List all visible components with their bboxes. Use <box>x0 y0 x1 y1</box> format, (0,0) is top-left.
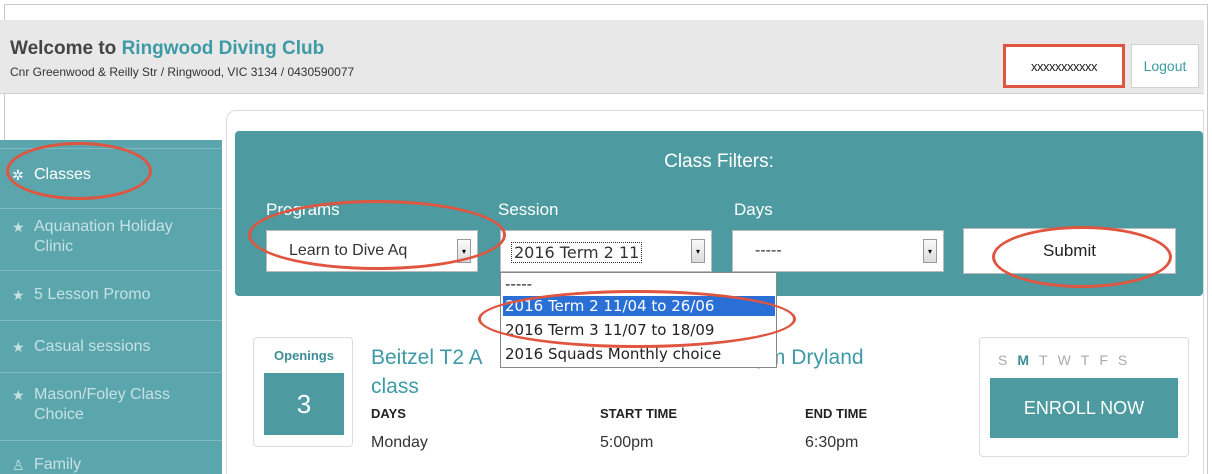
family-icon: ♙ <box>12 457 25 473</box>
sidebar-item-label: Mason/Foley Class Choice <box>34 386 171 423</box>
session-option[interactable]: 2016 Squads Monthly choice <box>505 344 721 364</box>
weekday-active: M <box>1017 352 1040 368</box>
openings-label: Openings <box>274 348 334 363</box>
days-select[interactable]: ----- ▾ <box>732 230 944 272</box>
club-name-link[interactable]: Ringwood Diving Club <box>122 38 325 59</box>
star-icon: ★ <box>12 387 25 403</box>
weekday: W <box>1057 352 1081 368</box>
submit-button[interactable]: Submit <box>963 228 1176 274</box>
chevron-down-icon[interactable]: ▾ <box>923 239 937 263</box>
class-end-time: 6:30pm <box>805 434 859 451</box>
weekday-indicator: SMTWTFS <box>998 352 1137 368</box>
welcome-prefix: Welcome to <box>10 38 117 59</box>
filters-title: Class Filters: <box>664 151 774 172</box>
sidebar-item-family[interactable]: ♙ Family <box>0 440 222 474</box>
sidebar-item-casual-sessions[interactable]: ★ Casual sessions <box>0 320 222 372</box>
chevron-down-icon[interactable]: ▾ <box>691 239 705 263</box>
class-title-line2: class <box>371 375 419 398</box>
class-day: Monday <box>371 434 428 451</box>
sidebar-item-label: 5 Lesson Promo <box>34 286 151 303</box>
people-icon: ✲ <box>12 167 24 183</box>
days-label: Days <box>734 200 773 219</box>
programs-label: Programs <box>266 200 340 219</box>
end-time-column-header: END TIME <box>805 406 868 421</box>
session-select[interactable]: 2016 Term 2 11 ▾ <box>500 230 712 272</box>
class-title-left: Beitzel T2 A <box>371 346 482 369</box>
chevron-down-icon[interactable]: ▾ <box>457 239 471 263</box>
username-button[interactable]: xxxxxxxxxxx <box>1003 44 1125 88</box>
sidebar-item-aquanation-holiday-clinic[interactable]: ★ Aquanation Holiday Clinic <box>0 208 222 270</box>
logout-button[interactable]: Logout <box>1131 44 1199 88</box>
weekday: S <box>1117 352 1138 368</box>
enroll-now-button[interactable]: ENROLL NOW <box>990 378 1178 438</box>
enroll-card: SMTWTFS ENROLL NOW <box>979 337 1189 457</box>
sidebar-item-label: Classes <box>34 166 91 183</box>
sidebar-item-label: Casual sessions <box>34 338 151 355</box>
programs-select[interactable]: Learn to Dive Aq ▾ <box>266 230 478 272</box>
class-start-time: 5:00pm <box>600 434 654 451</box>
openings-card: Openings 3 <box>253 337 353 447</box>
session-select-value: 2016 Term 2 11 <box>511 242 643 263</box>
sidebar-item-mason-foley-class-choice[interactable]: ★ Mason/Foley Class Choice <box>0 372 222 440</box>
sidebar-item-label: Aquanation Holiday Clinic <box>34 218 173 255</box>
star-icon: ★ <box>12 287 25 303</box>
start-time-column-header: START TIME <box>600 406 678 421</box>
days-column-header: DAYS <box>371 406 406 421</box>
sidebar-item-classes[interactable]: ✲ Classes <box>0 148 222 200</box>
session-option-selected[interactable]: 2016 Term 2 11/04 to 26/06 <box>503 296 775 316</box>
club-address: Cnr Greenwood & Reilly Str / Ringwood, V… <box>10 65 355 79</box>
welcome-heading: Welcome to Ringwood Diving Club <box>10 38 324 60</box>
openings-count: 3 <box>264 373 344 435</box>
session-dropdown-list: ----- 2016 Term 2 11/04 to 26/06 2016 Te… <box>500 272 777 368</box>
site-header: Welcome to Ringwood Diving Club Cnr Gree… <box>0 20 1204 94</box>
days-select-value: ----- <box>755 242 782 259</box>
session-label: Session <box>498 200 559 219</box>
programs-select-value: Learn to Dive Aq <box>289 242 408 259</box>
sidebar: ✲ Classes ★ Aquanation Holiday Clinic ★ … <box>0 140 222 474</box>
sidebar-item-label: Family <box>34 456 82 473</box>
session-option[interactable]: 2016 Term 3 11/07 to 18/09 <box>505 320 714 340</box>
weekday: F <box>1099 352 1118 368</box>
sidebar-item-5-lesson-promo[interactable]: ★ 5 Lesson Promo <box>0 270 222 320</box>
weekday: T <box>1080 352 1100 368</box>
weekday: S <box>998 352 1018 368</box>
session-option[interactable]: ----- <box>505 274 532 294</box>
star-icon: ★ <box>12 339 25 355</box>
weekday: T <box>1039 352 1058 368</box>
star-icon: ★ <box>12 219 25 235</box>
